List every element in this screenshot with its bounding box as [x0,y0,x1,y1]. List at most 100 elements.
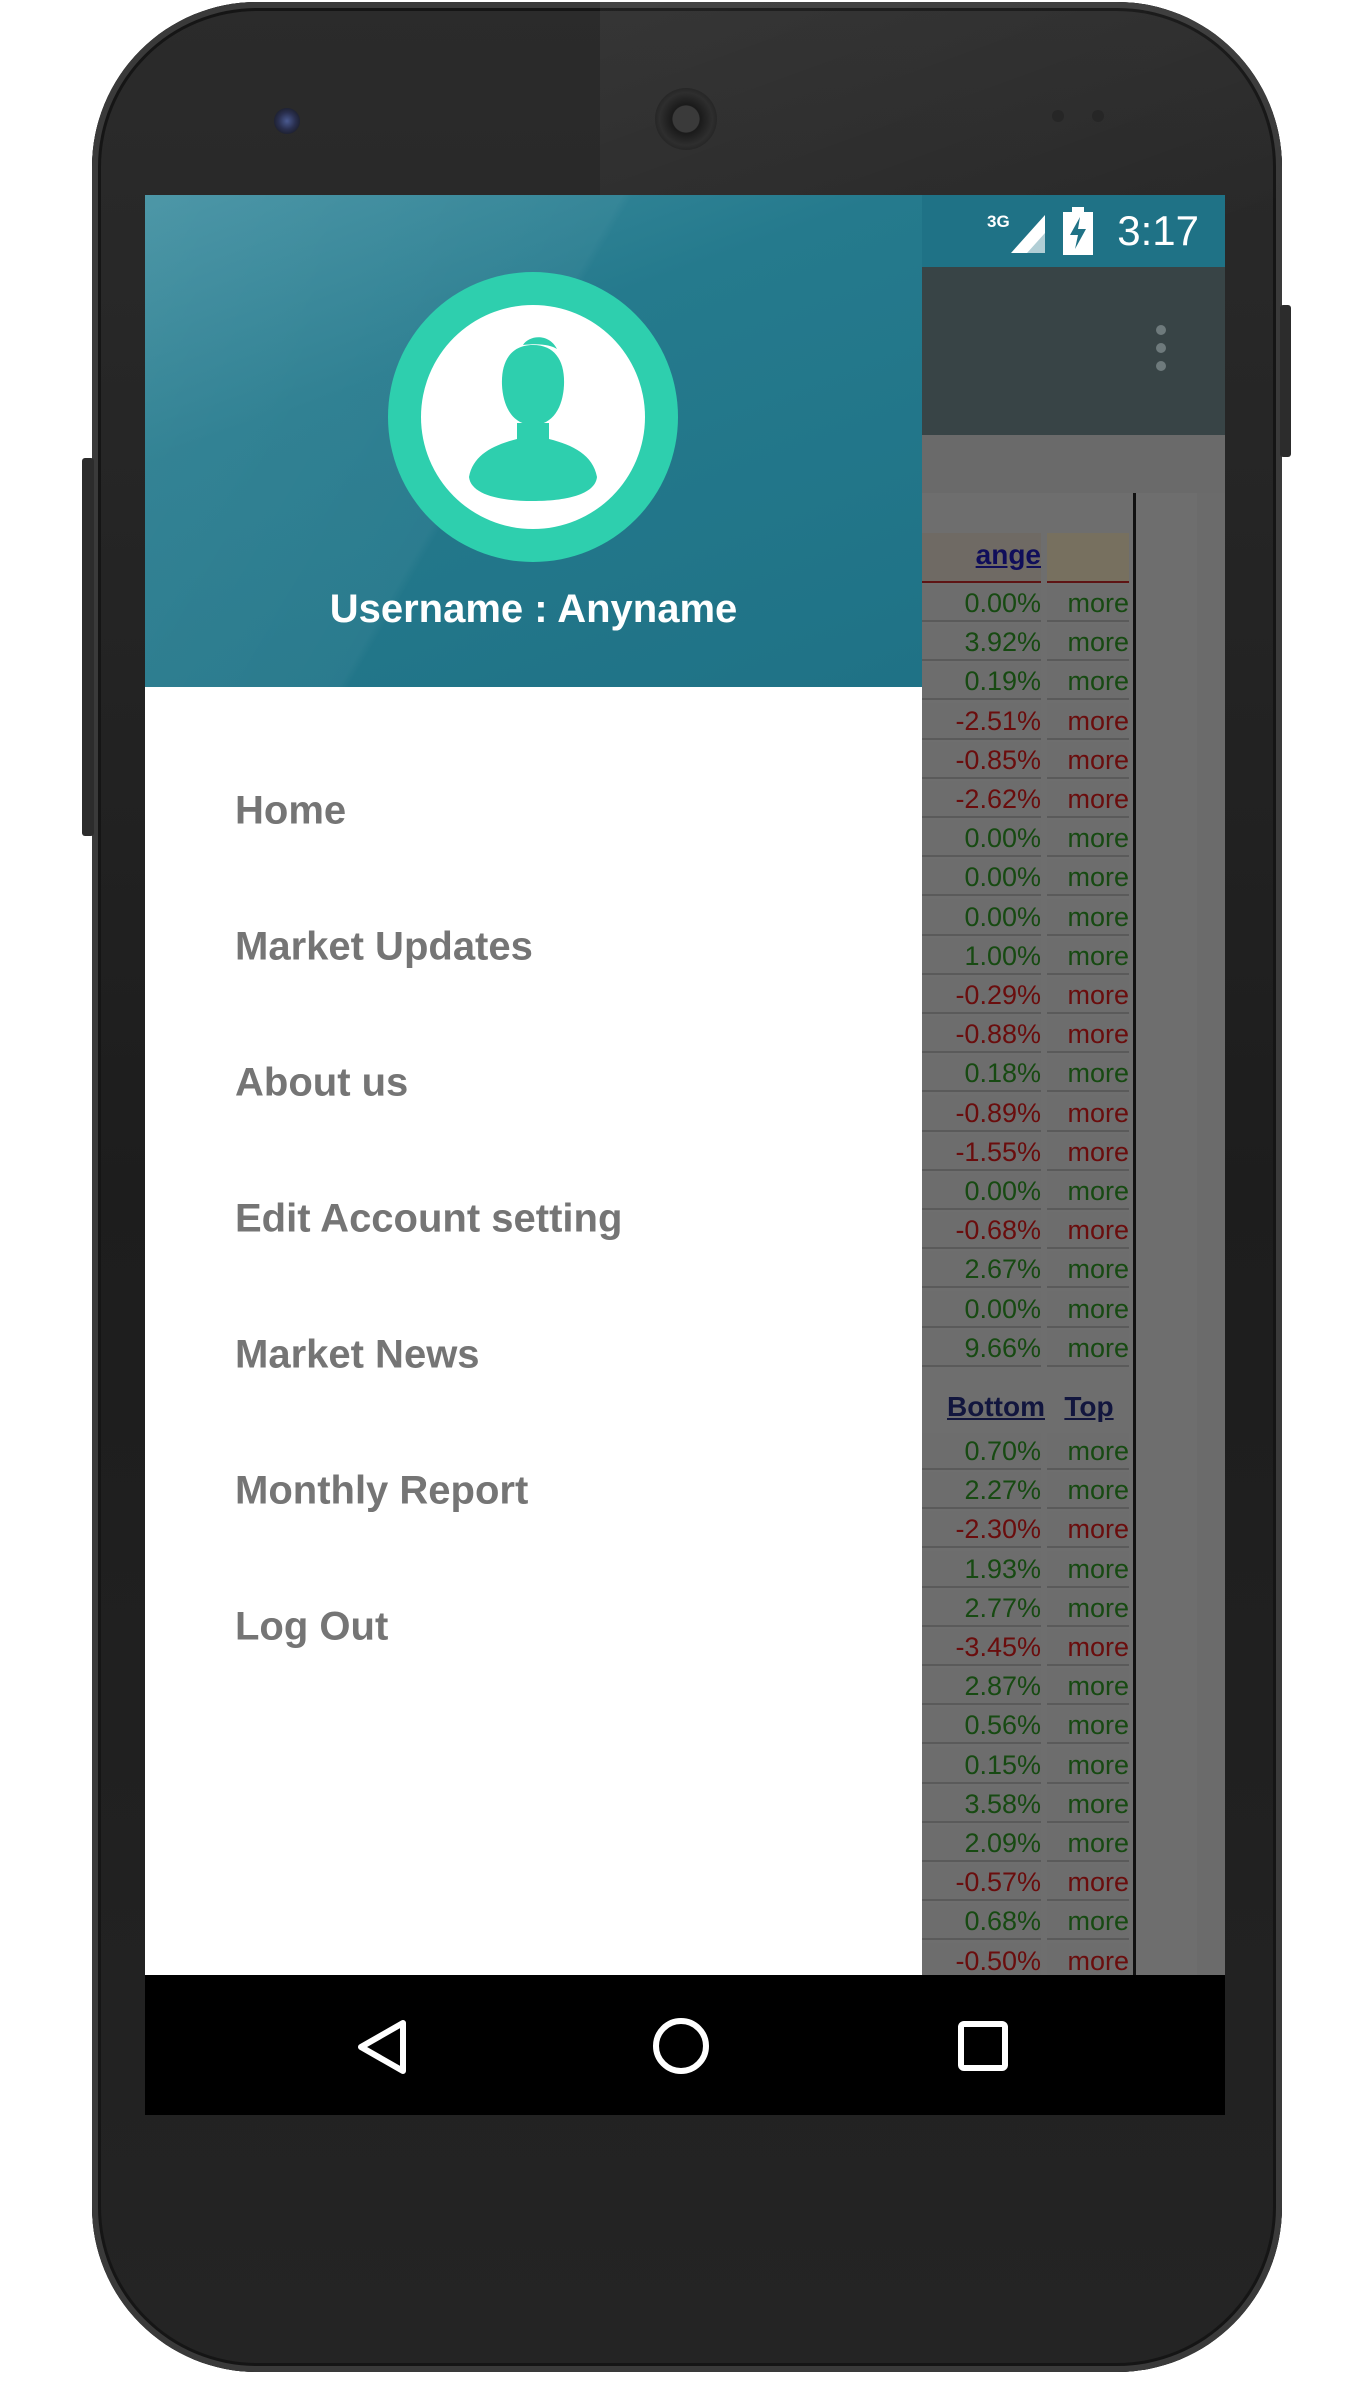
more-link[interactable]: more [1047,1903,1129,1940]
table-row: 1.00% more [921,938,1131,975]
table-row: 0.00% more [921,1291,1131,1328]
more-link[interactable]: more [1047,1668,1129,1705]
menu-item-monthly-report[interactable]: Monthly Report [145,1423,922,1559]
menu-item-log-out[interactable]: Log Out [145,1559,922,1695]
column-header-change[interactable]: ange [921,533,1041,583]
more-link[interactable]: more [1047,859,1129,896]
change-percent: 0.00% [921,1173,1041,1210]
back-icon[interactable] [355,2019,409,2075]
more-link[interactable]: more [1047,899,1129,936]
change-percent: 0.19% [921,663,1041,700]
table-row: 1.93% more [921,1551,1131,1588]
table-row: -1.55% more [921,1134,1131,1171]
more-link[interactable]: more [1047,703,1129,740]
table-row: 0.68% more [921,1903,1131,1940]
table-row: -0.68% more [921,1212,1131,1249]
more-link[interactable]: more [1047,938,1129,975]
table-row: -0.88% more [921,1016,1131,1053]
change-percent: 1.93% [921,1551,1041,1588]
more-link[interactable]: more [1047,1134,1129,1171]
more-link[interactable]: more [1047,1551,1129,1588]
column-header-blank [1047,533,1129,583]
table-row: 3.92% more [921,624,1131,661]
menu-item-market-updates[interactable]: Market Updates [145,879,922,1015]
more-link[interactable]: more [1047,1707,1129,1744]
table-row: 0.00% more [921,820,1131,857]
more-link[interactable]: more [1047,585,1129,622]
more-link[interactable]: more [1047,1016,1129,1053]
more-link[interactable]: more [1047,781,1129,818]
more-link[interactable]: more [1047,1786,1129,1823]
change-percent: -0.57% [921,1864,1041,1901]
home-icon[interactable] [652,2017,710,2075]
more-link[interactable]: more [1047,1472,1129,1509]
table-row: -0.89% more [921,1095,1131,1132]
change-percent: 2.09% [921,1825,1041,1862]
table-row: -0.50% more [921,1943,1131,1980]
more-link[interactable]: more [1047,1291,1129,1328]
light-sensor [1092,110,1104,122]
more-link[interactable]: more [1047,1825,1129,1862]
more-link[interactable]: more [1047,1251,1129,1288]
menu-item-about-us[interactable]: About us [145,1015,922,1151]
change-percent: -3.45% [921,1629,1041,1666]
more-link[interactable]: more [1047,663,1129,700]
menu-item-label: Monthly Report [235,1468,529,1513]
more-link[interactable]: more [1047,1095,1129,1132]
more-link[interactable]: more [1047,820,1129,857]
menu-item-market-news[interactable]: Market News [145,1287,922,1423]
more-link[interactable]: more [1047,742,1129,779]
change-percent: 0.56% [921,1707,1041,1744]
change-percent: 9.66% [921,1330,1041,1367]
signal-icon: 3G [987,212,1045,253]
earpiece-speaker [655,88,717,150]
more-link[interactable]: more [1047,1864,1129,1901]
table-row: 0.56% more [921,1707,1131,1744]
change-percent: 0.68% [921,1903,1041,1940]
status-time: 3:17 [1117,207,1199,254]
more-link[interactable]: more [1047,1173,1129,1210]
change-percent: -2.51% [921,703,1041,740]
battery-charging-icon [1063,207,1093,255]
change-percent: 0.70% [921,1433,1041,1470]
change-percent: 0.00% [921,585,1041,622]
table-row: 2.87% more [921,1668,1131,1705]
table-row: 0.70% more [921,1433,1131,1470]
more-link[interactable]: more [1047,977,1129,1014]
more-link[interactable]: more [1047,1511,1129,1548]
front-camera [274,108,300,134]
change-percent: -0.68% [921,1212,1041,1249]
table-row: 0.00% more [921,585,1131,622]
change-percent: 2.67% [921,1251,1041,1288]
change-percent: -2.30% [921,1511,1041,1548]
more-vertical-icon[interactable] [1151,325,1171,381]
more-link[interactable]: more [1047,1590,1129,1627]
menu-item-home[interactable]: Home [145,743,922,879]
menu-item-label: Market Updates [235,924,533,969]
change-percent: 2.87% [921,1668,1041,1705]
more-link[interactable]: more [1047,1330,1129,1367]
menu-item-edit-account-setting[interactable]: Edit Account setting [145,1151,922,1287]
drawer-username: Username : Anyname [329,587,738,631]
more-link[interactable]: more [1047,1747,1129,1784]
menu-item-label: Market News [235,1332,480,1377]
more-link[interactable]: more [1047,624,1129,661]
change-percent: 1.00% [921,938,1041,975]
navigation-drawer: Username : Anyname Home Market Updates A… [145,195,922,2115]
more-link[interactable]: more [1047,1212,1129,1249]
change-percent: 0.15% [921,1747,1041,1784]
menu-item-label: Home [235,788,347,833]
user-avatar-icon[interactable] [421,305,645,529]
table-row: 0.15% more [921,1747,1131,1784]
more-link[interactable]: more [1047,1055,1129,1092]
column-header-bottom[interactable]: Bottom [921,1385,1045,1429]
more-link[interactable]: more [1047,1629,1129,1666]
change-percent: 0.00% [921,859,1041,896]
column-header-top[interactable]: Top [1049,1385,1129,1429]
table-row: 2.27% more [921,1472,1131,1509]
menu-item-label: Edit Account setting [235,1196,623,1241]
recents-icon[interactable] [957,2020,1009,2072]
more-link[interactable]: more [1047,1433,1129,1470]
change-percent: 0.00% [921,1291,1041,1328]
table-row: -3.45% more [921,1629,1131,1666]
